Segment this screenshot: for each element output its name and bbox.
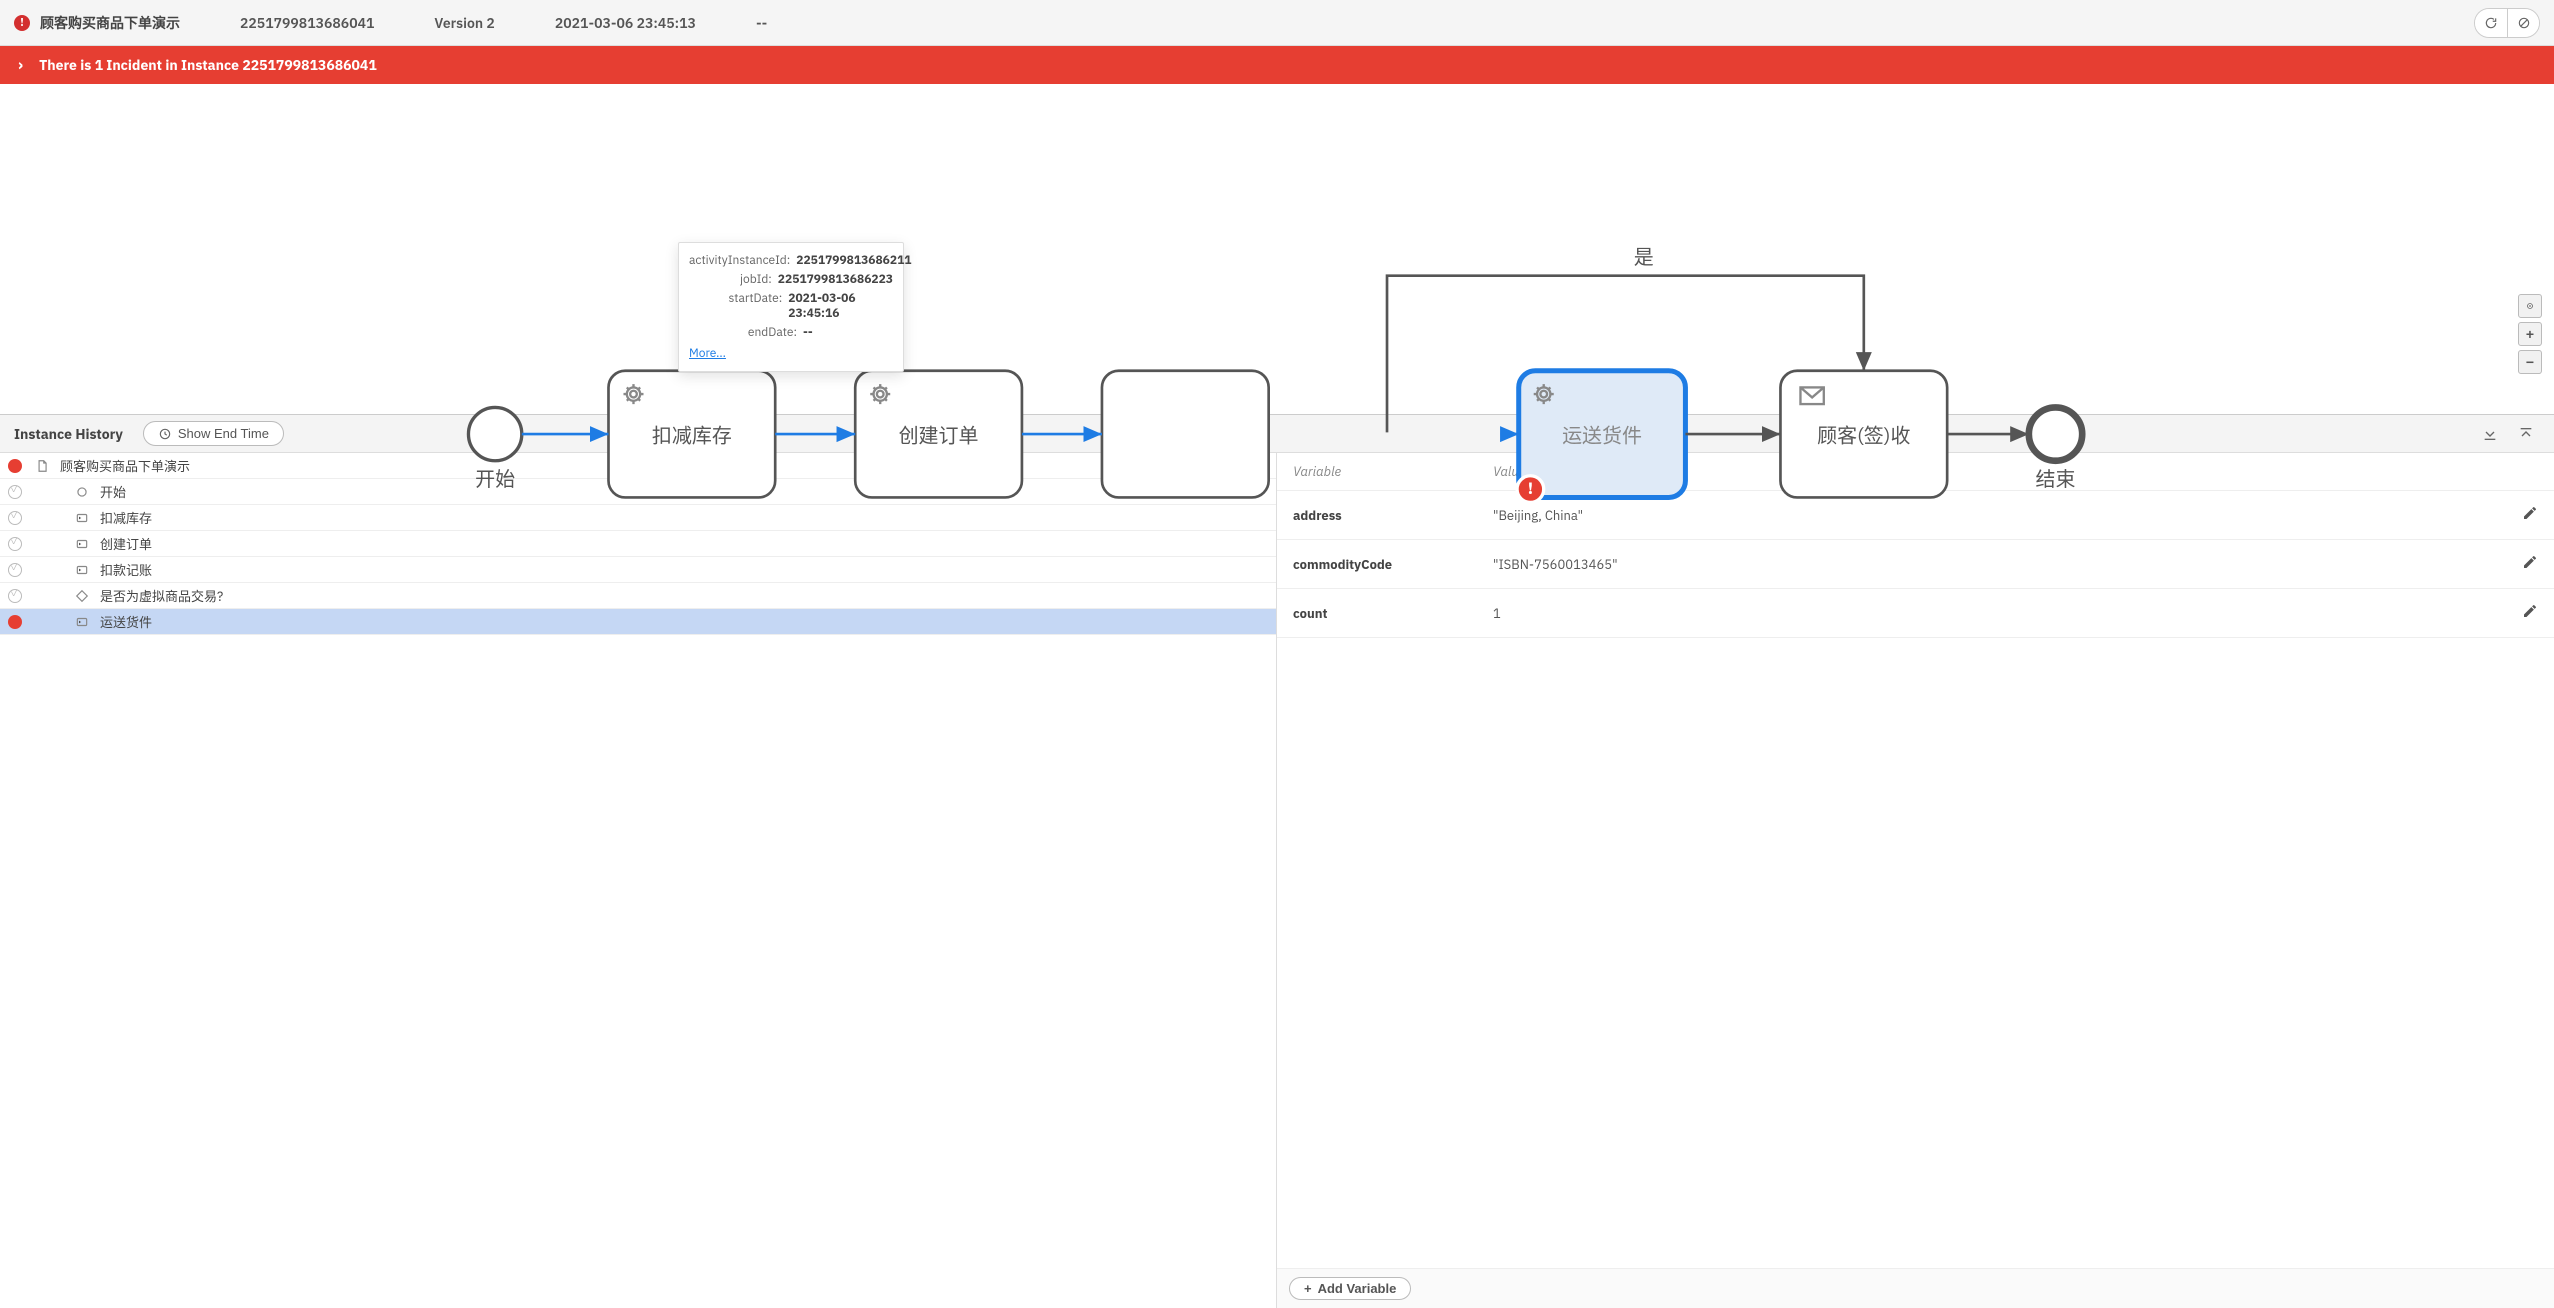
plus-icon: + [1304,1281,1312,1296]
incident-banner-text: There is 1 Incident in Instance 22517998… [39,56,377,74]
header-action-group [2474,8,2540,38]
ok-status-icon [8,511,22,525]
add-variable-button[interactable]: + Add Variable [1289,1277,1411,1300]
activity-tooltip: activityInstanceId:2251799813686211jobId… [678,242,904,372]
ok-status-icon [8,485,22,499]
bpmn-canvas: 开始 扣减库存 创建订单 是 运送货件 ! 顾客(签)收 结束 [0,84,2554,634]
instance-id: 2251799813686041 [240,14,374,32]
bpmn-task1-label: 扣减库存 [652,422,732,449]
bpmn-task2-label: 创建订单 [899,422,979,449]
bpmn-end-event[interactable] [2029,407,2082,460]
diagram-zoom-controls: + − [2518,294,2542,374]
bpmn-task4-label: 运送货件 [1562,422,1642,449]
bpmn-task5-label: 顾客(签)收 [1817,422,1910,449]
end-time: -- [756,14,767,32]
reset-view-button[interactable] [2518,294,2542,318]
chevron-right-icon: › [18,55,23,75]
incident-banner[interactable]: › There is 1 Incident in Instance 225179… [0,46,2554,84]
incident-icon: ! [14,15,30,31]
bpmn-start-event[interactable] [468,407,521,460]
tooltip-more-link[interactable]: More... [689,346,726,361]
gateway-yes-label: 是 [1634,243,1654,270]
svg-text:!: ! [1528,477,1533,499]
bpmn-end-label: 结束 [2036,465,2076,492]
crosshair-icon [2525,299,2535,313]
process-version: Version 2 [434,14,494,32]
zoom-out-button[interactable]: − [2518,350,2542,374]
zoom-in-button[interactable]: + [2518,322,2542,346]
start-time: 2021-03-06 23:45:13 [555,14,696,32]
bpmn-task-debit[interactable] [1102,371,1269,498]
instance-header: ! 顾客购买商品下单演示 2251799813686041 Version 2 … [0,0,2554,46]
retry-button[interactable] [2475,9,2507,37]
cancel-button[interactable] [2507,9,2539,37]
ok-status-icon [8,537,22,551]
cancel-icon [2517,16,2531,30]
retry-icon [2484,16,2498,30]
bpmn-diagram[interactable]: 开始 扣减库存 创建订单 是 运送货件 ! 顾客(签)收 结束 [0,84,2554,414]
process-name: 顾客购买商品下单演示 [40,13,180,33]
ok-status-icon [8,589,22,603]
ok-status-icon [8,563,22,577]
bpmn-start-label: 开始 [475,465,515,492]
